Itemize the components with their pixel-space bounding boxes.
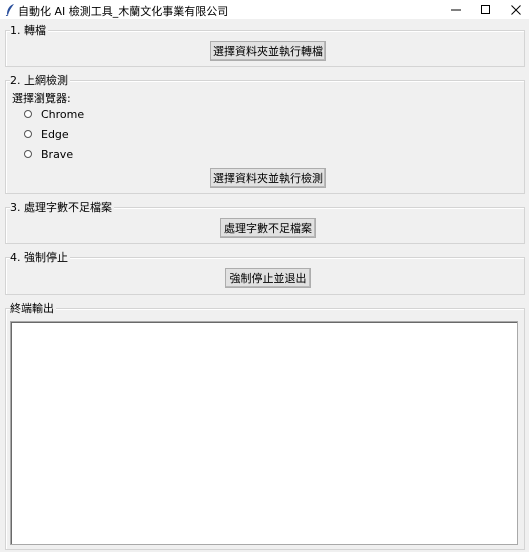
radio-circle-icon xyxy=(24,150,32,158)
section-output-legend: 終端輸出 xyxy=(10,302,56,315)
radio-label: Brave xyxy=(41,147,74,161)
section-convert: 1. 轉檔 選擇資料夾並執行轉檔 xyxy=(5,24,525,67)
radio-edge[interactable]: Edge xyxy=(24,127,69,141)
radio-chrome[interactable]: Chrome xyxy=(24,107,84,121)
section-insufficient-legend: 3. 處理字數不足檔案 xyxy=(10,201,114,214)
window-title: 自動化 AI 檢測工具_木蘭文化事業有限公司 xyxy=(18,5,229,18)
section-detect: 2. 上網檢測 選擇瀏覽器: Chrome Edge Brave 選擇資料夾並執… xyxy=(5,74,525,194)
radio-label: Edge xyxy=(41,127,69,141)
detect-folder-button[interactable]: 選擇資料夾並執行檢測 xyxy=(210,168,326,188)
terminal-output-textarea[interactable] xyxy=(10,321,518,545)
title-bar: 自動化 AI 檢測工具_木蘭文化事業有限公司 xyxy=(0,0,529,19)
convert-folder-button[interactable]: 選擇資料夾並執行轉檔 xyxy=(210,41,326,61)
radio-brave[interactable]: Brave xyxy=(24,147,73,161)
maximize-icon xyxy=(481,4,490,14)
section-output: 終端輸出 xyxy=(5,302,525,550)
minimize-icon xyxy=(451,9,461,10)
radio-label: Chrome xyxy=(41,107,85,121)
section-stop: 4. 強制停止 強制停止並退出 xyxy=(5,251,525,295)
feather-icon xyxy=(5,3,16,17)
radio-circle-icon xyxy=(24,130,32,138)
force-stop-button[interactable]: 強制停止並退出 xyxy=(225,268,311,288)
maximize-button[interactable] xyxy=(471,0,501,19)
process-insufficient-button[interactable]: 處理字數不足檔案 xyxy=(220,218,316,238)
minimize-button[interactable] xyxy=(441,0,471,19)
section-detect-legend: 2. 上網檢測 xyxy=(10,74,70,87)
close-button[interactable] xyxy=(501,0,529,19)
browser-select-label: 選擇瀏覽器: xyxy=(12,92,71,105)
section-insufficient: 3. 處理字數不足檔案 處理字數不足檔案 xyxy=(5,201,525,244)
radio-circle-icon xyxy=(24,110,32,118)
section-convert-legend: 1. 轉檔 xyxy=(10,24,48,37)
close-icon xyxy=(511,4,521,15)
section-stop-legend: 4. 強制停止 xyxy=(10,251,70,264)
